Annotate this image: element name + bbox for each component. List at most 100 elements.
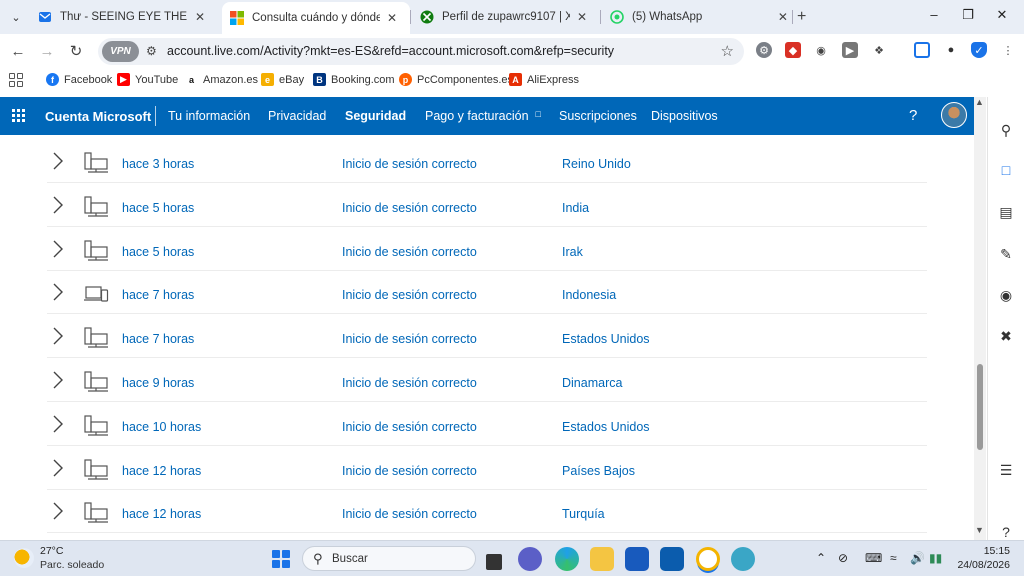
- bookmark-amazon[interactable]: a Amazon.es: [185, 73, 258, 86]
- activity-status[interactable]: Inicio de sesión correcto: [342, 157, 477, 171]
- activity-status[interactable]: Inicio de sesión correcto: [342, 332, 477, 346]
- bookmark-star-icon[interactable]: ☆: [721, 42, 734, 60]
- sidebar-toggle-icon[interactable]: [914, 42, 930, 58]
- close-tab-icon[interactable]: ✕: [574, 9, 590, 25]
- minimize-button[interactable]: –: [924, 7, 944, 22]
- close-tab-icon[interactable]: ✕: [192, 9, 208, 25]
- activity-status[interactable]: Inicio de sesión correcto: [342, 201, 477, 215]
- search-icon[interactable]: ⚲: [997, 121, 1015, 139]
- apps-grid-icon[interactable]: [9, 73, 23, 87]
- nav-suscripciones[interactable]: Suscripciones: [559, 109, 637, 123]
- extension-video-icon[interactable]: ▶: [842, 42, 858, 58]
- activity-row[interactable]: hace 7 horas Inicio de sesión correcto Est…: [47, 314, 927, 359]
- activity-location[interactable]: Estados Unidos: [562, 332, 650, 346]
- show-hidden-icons[interactable]: ⌃: [816, 551, 826, 565]
- nav-tu-informacion[interactable]: Tu información: [168, 109, 250, 123]
- nav-privacidad[interactable]: Privacidad: [268, 109, 326, 123]
- activity-row[interactable]: hace 12 horas Inicio de sesión correcto Tu…: [47, 489, 927, 534]
- url-text[interactable]: account.live.com/Activity?mkt=es-ES&refd…: [167, 44, 614, 58]
- chevron-right-icon[interactable]: [51, 240, 65, 258]
- activity-row[interactable]: hace 5 horas Inicio de sesión correcto Ind…: [47, 183, 927, 227]
- activity-time[interactable]: hace 5 horas: [122, 245, 194, 259]
- vpn-app-icon[interactable]: [731, 547, 755, 571]
- restore-button[interactable]: ❐: [958, 7, 978, 23]
- help-icon[interactable]: ?: [909, 107, 917, 124]
- activity-row[interactable]: hace 5 horas Inicio de sesión correcto Ira…: [47, 227, 927, 271]
- extension-shield-icon[interactable]: ◆: [785, 42, 801, 58]
- activity-status[interactable]: Inicio de sesión correcto: [342, 420, 477, 434]
- activity-time[interactable]: hace 12 horas: [122, 464, 201, 478]
- file-explorer-icon[interactable]: [590, 547, 614, 571]
- nav-dispositivos[interactable]: Dispositivos: [651, 109, 718, 123]
- activity-row[interactable]: hace 9 horas Inicio de sesión correcto Din…: [47, 358, 927, 402]
- activity-row[interactable]: hace 12 horas Inicio de sesión correcto Pa…: [47, 446, 927, 490]
- extensions-puzzle-icon[interactable]: ❖: [871, 42, 887, 58]
- ms-account-brand[interactable]: Cuenta Microsoft: [45, 109, 151, 124]
- bookmark-ebay[interactable]: e eBay: [261, 73, 304, 86]
- weather-sun-icon[interactable]: [14, 548, 34, 568]
- tab-search-button[interactable]: ⌄: [6, 7, 26, 27]
- profile-icon[interactable]: ●: [943, 42, 959, 58]
- store-icon[interactable]: [660, 547, 684, 571]
- activity-time[interactable]: hace 5 horas: [122, 201, 194, 215]
- activity-location[interactable]: Indonesia: [562, 288, 616, 302]
- chevron-right-icon[interactable]: [51, 327, 65, 345]
- news-icon[interactable]: ▤: [997, 203, 1015, 221]
- menu-icon[interactable]: ⋮: [1000, 42, 1016, 58]
- tools-icon[interactable]: ✖: [997, 327, 1015, 345]
- clock-time[interactable]: 15:15: [962, 545, 1010, 557]
- tab-xbox[interactable]: Perfil de zupawrc9107 | Xbox Cl ✕: [412, 4, 600, 30]
- activity-location[interactable]: Irak: [562, 245, 583, 259]
- clock-date[interactable]: 24/08/2026: [950, 559, 1010, 571]
- activity-time[interactable]: hace 7 horas: [122, 288, 194, 302]
- new-tab-button[interactable]: +: [797, 8, 806, 26]
- activity-location[interactable]: Dinamarca: [562, 376, 622, 390]
- site-info-icon[interactable]: ⚙: [146, 44, 157, 58]
- volume-icon[interactable]: 🔊: [910, 551, 925, 565]
- close-window-button[interactable]: ✕: [992, 7, 1012, 23]
- back-button[interactable]: ←: [8, 41, 28, 61]
- bookmark-aliexpress[interactable]: A AliExpress: [509, 73, 579, 86]
- chevron-right-icon[interactable]: [51, 283, 65, 301]
- tab-activity[interactable]: Consulta cuándo y dónde has u ✕: [222, 2, 410, 34]
- start-button[interactable]: [272, 550, 290, 568]
- teams-icon[interactable]: [518, 547, 542, 571]
- app-launcher-icon[interactable]: [12, 109, 25, 122]
- activity-time[interactable]: hace 7 horas: [122, 332, 194, 346]
- close-tab-icon[interactable]: ✕: [384, 10, 400, 26]
- activity-status[interactable]: Inicio de sesión correcto: [342, 376, 477, 390]
- security-shield-icon[interactable]: ✓: [971, 42, 987, 58]
- page-scrollbar[interactable]: ▲ ▼: [974, 97, 986, 540]
- activity-location[interactable]: Estados Unidos: [562, 420, 650, 434]
- bookmark-youtube[interactable]: ▶ YouTube: [117, 73, 178, 86]
- extension-gear-icon[interactable]: ⚙: [756, 42, 772, 58]
- activity-time[interactable]: hace 12 horas: [122, 507, 201, 521]
- wifi-icon[interactable]: ≈: [890, 551, 897, 565]
- activity-row[interactable]: hace 7 horas Inicio de sesión correcto Ind…: [47, 270, 927, 315]
- games-icon[interactable]: ◉: [997, 286, 1015, 304]
- chevron-right-icon[interactable]: [51, 196, 65, 214]
- activity-time[interactable]: hace 10 horas: [122, 420, 201, 434]
- weather-description[interactable]: Parc. soleado: [40, 559, 104, 571]
- activity-row[interactable]: hace 10 horas Inicio de sesión correcto Es…: [47, 402, 927, 446]
- nav-seguridad[interactable]: Seguridad: [345, 109, 406, 123]
- chevron-right-icon[interactable]: [51, 415, 65, 433]
- chevron-right-icon[interactable]: [51, 459, 65, 477]
- activity-time[interactable]: hace 9 horas: [122, 376, 194, 390]
- chevron-right-icon[interactable]: [51, 502, 65, 520]
- tab-whatsapp[interactable]: (5) WhatsApp ✕: [602, 4, 790, 30]
- activity-location[interactable]: Países Bajos: [562, 464, 635, 478]
- task-view-icon[interactable]: [486, 554, 502, 570]
- scroll-up-arrow[interactable]: ▲: [975, 97, 984, 107]
- address-bar[interactable]: VPN ⚙ account.live.com/Activity?mkt=es-E…: [98, 38, 744, 65]
- scrollbar-thumb[interactable]: [977, 364, 983, 450]
- chevron-right-icon[interactable]: [51, 152, 65, 170]
- activity-time[interactable]: hace 3 horas: [122, 157, 194, 171]
- bookmark-pccomponentes[interactable]: p PcComponentes.es: [399, 73, 513, 86]
- activity-status[interactable]: Inicio de sesión correcto: [342, 288, 477, 302]
- chat-icon[interactable]: □: [997, 161, 1015, 179]
- edge-icon[interactable]: [555, 547, 579, 571]
- forward-button[interactable]: →: [37, 41, 57, 61]
- activity-status[interactable]: Inicio de sesión correcto: [342, 507, 477, 521]
- vpn-badge[interactable]: VPN: [102, 41, 139, 62]
